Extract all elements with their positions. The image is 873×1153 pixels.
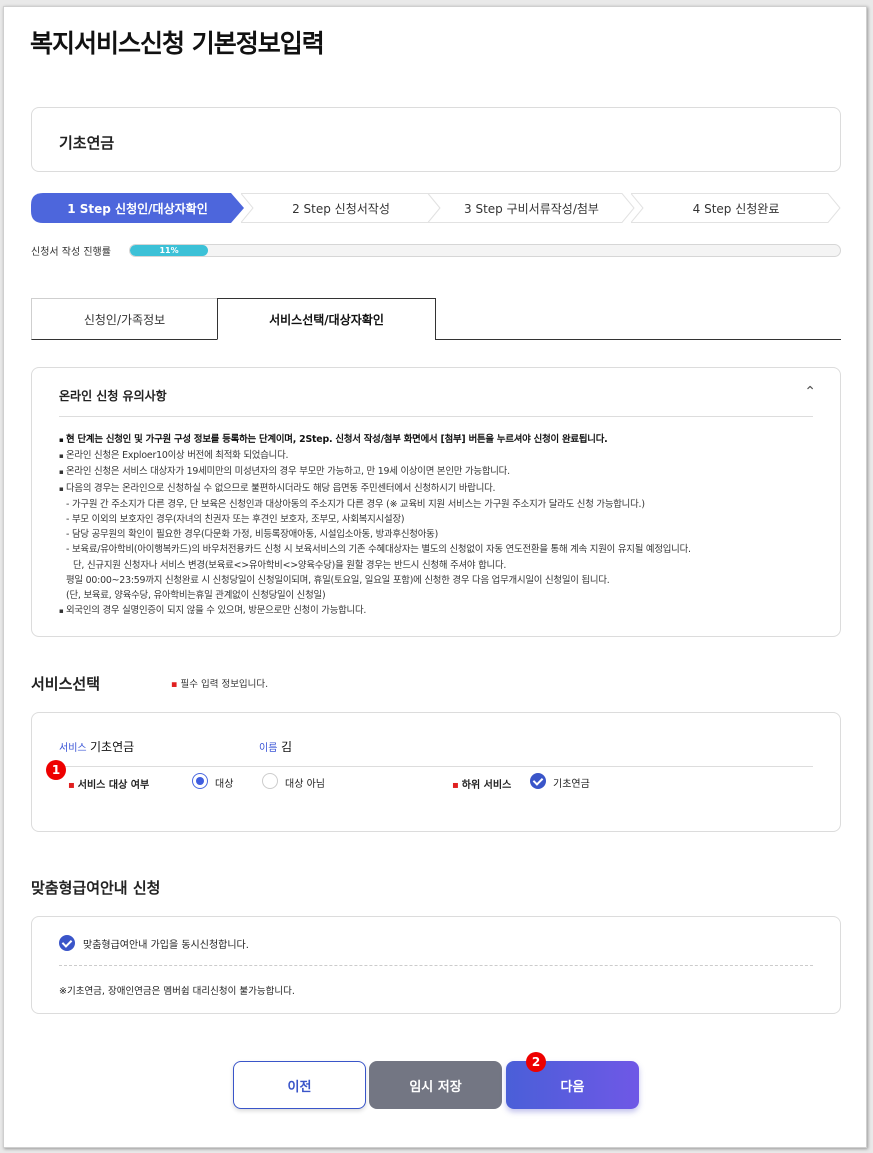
required-note: ▪ 필수 입력 정보입니다. <box>171 676 268 690</box>
progress-fill: 11% <box>130 245 209 256</box>
service-select-panel: 서비스 기초연금 이름 김 1 ▪ 서비스 대상 여부 대상 대상 아님 ▪ 하위 … <box>31 712 841 832</box>
tab-underline <box>435 339 841 340</box>
custom-benefit-title: 맞춤형급여안내 신청 <box>31 879 161 897</box>
custom-benefit-panel: 맞춤형급여안내 가입을 동시신청합니다. ※기초연금, 장애인연금은 멤버쉽 대… <box>31 916 841 1014</box>
notice-item: 온라인 신청은 서비스 대상자가 19세미만의 미성년자의 경우 부모만 가능하… <box>59 464 691 480</box>
prev-button[interactable]: 이전 <box>233 1061 366 1109</box>
notice-item: 다음의 경우는 온라인으로 신청하실 수 없으므로 불편하시더라도 해당 읍면동… <box>59 481 691 497</box>
radio-target-no[interactable] <box>262 773 278 789</box>
step-3: 3 Step 구비서류작성/첨부 <box>428 193 635 223</box>
service-value: 기초연금 <box>90 740 135 754</box>
progress-label: 신청서 작성 진행률 <box>31 247 111 258</box>
step-4-label: 4 Step 신청완료 <box>692 201 780 216</box>
step-2: 2 Step 신청서작성 <box>241 193 441 223</box>
step-3-label: 3 Step 구비서류작성/첨부 <box>464 201 599 216</box>
required-marker: ▪ <box>452 780 459 791</box>
required-marker: ▪ <box>171 679 178 690</box>
service-name: 기초연금 <box>59 134 115 152</box>
annotation-badge-1: 1 <box>46 760 66 780</box>
temp-save-button[interactable]: 임시 저장 <box>369 1061 502 1109</box>
annotation-badge-2: 2 <box>526 1052 546 1072</box>
service-select-divider <box>59 766 813 767</box>
service-label: 서비스 <box>59 743 87 754</box>
custom-benefit-divider <box>59 965 813 966</box>
radio-target-yes-label: 대상 <box>215 779 234 790</box>
tab-service-selection[interactable]: 서비스선택/대상자확인 <box>217 298 436 340</box>
custom-benefit-note: ※기초연금, 장애인연금은 멤버쉽 대리신청이 불가능합니다. <box>59 986 295 997</box>
step-4: 4 Step 신청완료 <box>631 193 841 223</box>
step-1: 1 Step 신청인/대상자확인 <box>31 193 244 223</box>
notice-item: - 보육료/유아학비(아이행복카드)의 바우처전용카드 신청 시 보육서비스의 … <box>66 544 691 556</box>
notice-item: 외국인의 경우 실명인증이 되지 않을 수 있으며, 방문으로만 신청이 가능합… <box>59 603 691 619</box>
chevron-up-icon[interactable]: ⌃ <box>804 384 816 400</box>
notice-title: 온라인 신청 유의사항 <box>59 389 167 403</box>
custom-benefit-check-icon[interactable] <box>59 935 75 951</box>
name-value: 김 <box>281 740 293 754</box>
target-label: ▪ 서비스 대상 여부 <box>68 780 150 791</box>
notice-item: 단, 신규지원 신청자나 서비스 변경(보육료<>유아학비<>양육수당)을 원할… <box>73 559 507 571</box>
service-name-card: 기초연금 <box>31 107 841 172</box>
tab-applicant-family[interactable]: 신청인/가족정보 <box>31 298 218 340</box>
step-indicator: 1 Step 신청인/대상자확인 2 Step 신청서작성 3 Step 구비서… <box>31 193 841 223</box>
required-note-text: 필수 입력 정보입니다. <box>180 679 269 690</box>
notice-item: (단, 보육료, 양육수당, 유아학비는휴일 관계없이 신청당일이 신청일) <box>66 590 326 602</box>
notice-item: 현 단계는 신청인 및 가구원 구성 정보를 등록하는 단계이며, 2Step.… <box>59 432 691 448</box>
notice-list: 현 단계는 신청인 및 가구원 구성 정보를 등록하는 단계이며, 2Step.… <box>59 432 691 619</box>
custom-benefit-checkbox-label: 맞춤형급여안내 가입을 동시신청합니다. <box>83 940 249 951</box>
next-button[interactable]: 다음 <box>506 1061 639 1109</box>
sub-service-check-icon[interactable] <box>530 773 546 789</box>
notice-item: 온라인 신청은 Exploer10이상 버전에 최적화 되었습니다. <box>59 448 691 464</box>
required-marker: ▪ <box>68 780 75 791</box>
sub-service-value: 기초연금 <box>553 779 590 790</box>
notice-item: - 부모 이외의 보호자인 경우(자녀의 친권자 또는 후견인 보호자, 조부모… <box>66 514 405 526</box>
name-label: 이름 <box>259 743 278 754</box>
notice-item: - 담당 공무원의 확인이 필요한 경우(다문화 가정, 비등록장애아동, 시설… <box>66 529 439 541</box>
page-title: 복지서비스신청 기본정보입력 <box>30 29 325 58</box>
radio-target-yes[interactable] <box>192 773 208 789</box>
progress-bar: 11% <box>129 244 841 257</box>
radio-target-no-label: 대상 아님 <box>285 779 325 790</box>
step-1-label: 1 Step 신청인/대상자확인 <box>67 201 208 216</box>
notice-panel: 온라인 신청 유의사항 ⌃ 현 단계는 신청인 및 가구원 구성 정보를 등록하… <box>31 367 841 637</box>
notice-item: - 가구원 간 주소지가 다른 경우, 단 보육은 신청인과 대상아동의 주소지… <box>66 498 645 510</box>
notice-divider <box>59 416 813 417</box>
sub-service-label: ▪ 하위 서비스 <box>452 780 512 791</box>
notice-item: 평일 00:00~23:59까지 신청완료 시 신청당일이 신청일이되며, 휴일… <box>66 574 610 586</box>
service-select-title: 서비스선택 <box>31 675 101 693</box>
step-2-label: 2 Step 신청서작성 <box>292 201 390 216</box>
